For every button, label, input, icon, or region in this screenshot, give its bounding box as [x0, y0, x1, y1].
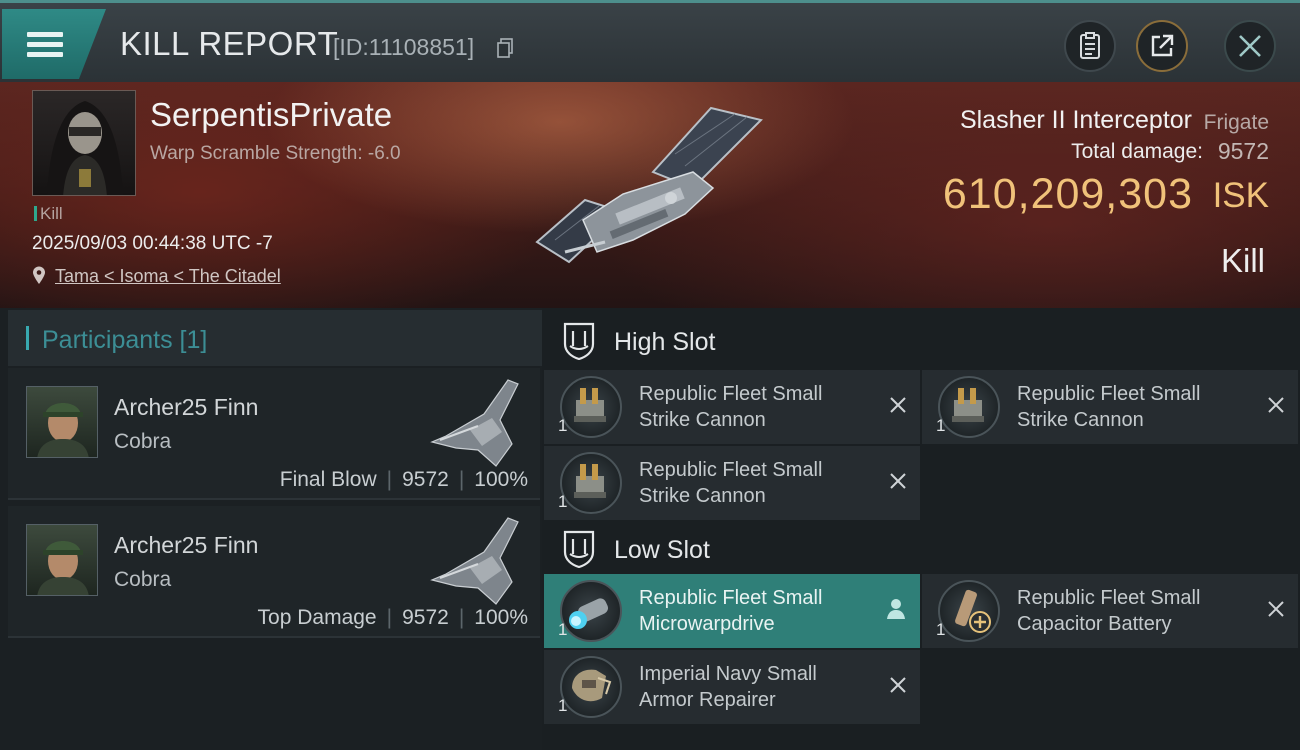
copy-icon[interactable] [497, 38, 513, 58]
x-icon [1268, 397, 1284, 413]
participant-ship-image [430, 517, 519, 605]
avatar[interactable] [26, 386, 98, 458]
report-result: Kill [1220, 242, 1265, 279]
header-bar: KILL REPORT [ID:11108851] [0, 0, 1300, 82]
participants-header: Participants [1] [8, 310, 542, 366]
participant-name: Archer25 Finn [114, 532, 259, 558]
fitting-panel: High Slot 1 Republic Fleet Small Strike … [542, 308, 1300, 750]
divider: | [386, 468, 393, 491]
module-item[interactable]: 1 Republic Fleet Small Strike Cannon [922, 370, 1298, 444]
module-name: Republic Fleet Small Strike Cannon [639, 459, 823, 507]
participant-percent: 100% [474, 468, 528, 491]
high-slot-title: High Slot [614, 328, 716, 356]
module-name: Republic Fleet Small Strike Cannon [639, 383, 823, 431]
menu-button[interactable] [2, 9, 106, 79]
microwarpdrive-icon [560, 580, 622, 642]
module-name: Imperial Navy Small Armor Repairer [639, 663, 817, 711]
close-icon [1239, 35, 1261, 57]
participant-ship: Cobra [114, 568, 172, 591]
module-quantity: 1 [936, 620, 946, 639]
module-item[interactable]: 1 Republic Fleet Small Strike Cannon [544, 370, 920, 444]
divider: | [458, 468, 465, 491]
low-slot-icon [563, 530, 595, 568]
share-icon [1151, 34, 1174, 57]
module-name: Republic Fleet Small Capacitor Battery [1017, 587, 1201, 635]
pilot-portrait-icon [37, 403, 89, 457]
page-title: KILL REPORT [120, 25, 339, 62]
strike-cannon-icon [560, 452, 622, 514]
participant-stats: Top Damage | 9572 | 100% [258, 606, 528, 630]
total-damage-value: 9572 [1217, 138, 1269, 164]
module-item[interactable]: 1 Republic Fleet Small Capacitor Battery [922, 574, 1298, 648]
close-button[interactable] [1224, 20, 1276, 72]
module-quantity: 1 [558, 492, 568, 511]
module-name: Republic Fleet Small Strike Cannon [1017, 383, 1201, 431]
ship-name: Slasher II Interceptor [959, 106, 1192, 134]
participant-stats: Final Blow | 9572 | 100% [280, 468, 528, 492]
participant-damage: 9572 [402, 468, 449, 491]
x-icon [890, 677, 906, 693]
clipboard-icon [1080, 32, 1100, 59]
ship-image[interactable] [525, 102, 770, 277]
person-icon [887, 599, 905, 619]
participant-name: Archer25 Finn [114, 394, 259, 420]
x-icon [1268, 601, 1284, 617]
location-pin-icon [33, 266, 45, 284]
module-quantity: 1 [558, 416, 568, 435]
x-icon [890, 473, 906, 489]
x-icon [890, 397, 906, 413]
module-quantity: 1 [558, 696, 568, 715]
share-button[interactable] [1136, 20, 1188, 72]
module-name: Republic Fleet Small Microwarpdrive [639, 587, 823, 635]
module-quantity: 1 [558, 620, 568, 639]
participants-title: Participants [1] [42, 326, 208, 354]
avatar[interactable] [26, 524, 98, 596]
module-item[interactable]: 1 Imperial Navy Small Armor Repairer [544, 650, 920, 724]
participant-role: Final Blow [279, 468, 377, 491]
clipboard-button[interactable] [1064, 20, 1116, 72]
module-quantity: 1 [936, 416, 946, 435]
participant-damage: 9572 [402, 606, 449, 629]
victim-name: SerpentisPrivate [150, 96, 393, 133]
hooded-figure-icon [47, 101, 123, 195]
participant-ship: Cobra [114, 430, 172, 453]
total-damage-label: Total damage: [1071, 140, 1203, 163]
participants-panel: Participants [1] Archer25 Finn Cobra Fin… [0, 308, 542, 750]
high-slot-header: High Slot [542, 310, 1300, 372]
kill-banner: SerpentisPrivate Warp Scramble Strength:… [0, 82, 1300, 308]
participant-role: Top Damage [257, 606, 377, 629]
location-link[interactable]: Tama < Isoma < The Citadel [55, 266, 281, 287]
armor-repairer-icon [560, 656, 622, 718]
participant-row[interactable]: Archer25 Finn Cobra Top Damage | 9572 | … [8, 506, 540, 638]
ship-class: Frigate [1203, 111, 1269, 134]
participant-ship-image [430, 379, 519, 467]
capacitor-battery-icon [938, 580, 1000, 642]
divider: | [458, 606, 465, 629]
strike-cannon-icon [560, 376, 622, 438]
isk-value: 610,209,303 [942, 170, 1193, 218]
divider: | [386, 606, 393, 629]
kill-tag: Kill [34, 204, 63, 224]
kill-timestamp: 2025/09/03 00:44:38 UTC -7 [32, 233, 273, 254]
high-slot-icon [563, 322, 595, 360]
header-accent-bar [26, 326, 29, 350]
participant-percent: 100% [474, 606, 528, 629]
low-slot-title: Low Slot [614, 536, 710, 564]
low-slot-header: Low Slot [542, 518, 1300, 580]
victim-stat: Warp Scramble Strength: -6.0 [150, 143, 401, 164]
module-item[interactable]: 1 Republic Fleet Small Microwarpdrive [544, 574, 920, 648]
report-id: [ID:11108851] [333, 34, 475, 60]
victim-portrait[interactable] [32, 90, 136, 196]
hamburger-icon [27, 27, 63, 62]
participant-row[interactable]: Archer25 Finn Cobra Final Blow | 9572 | … [8, 368, 540, 500]
isk-unit: ISK [1212, 176, 1269, 215]
module-item[interactable]: 1 Republic Fleet Small Strike Cannon [544, 446, 920, 520]
strike-cannon-icon [938, 376, 1000, 438]
pilot-portrait-icon [37, 541, 89, 595]
